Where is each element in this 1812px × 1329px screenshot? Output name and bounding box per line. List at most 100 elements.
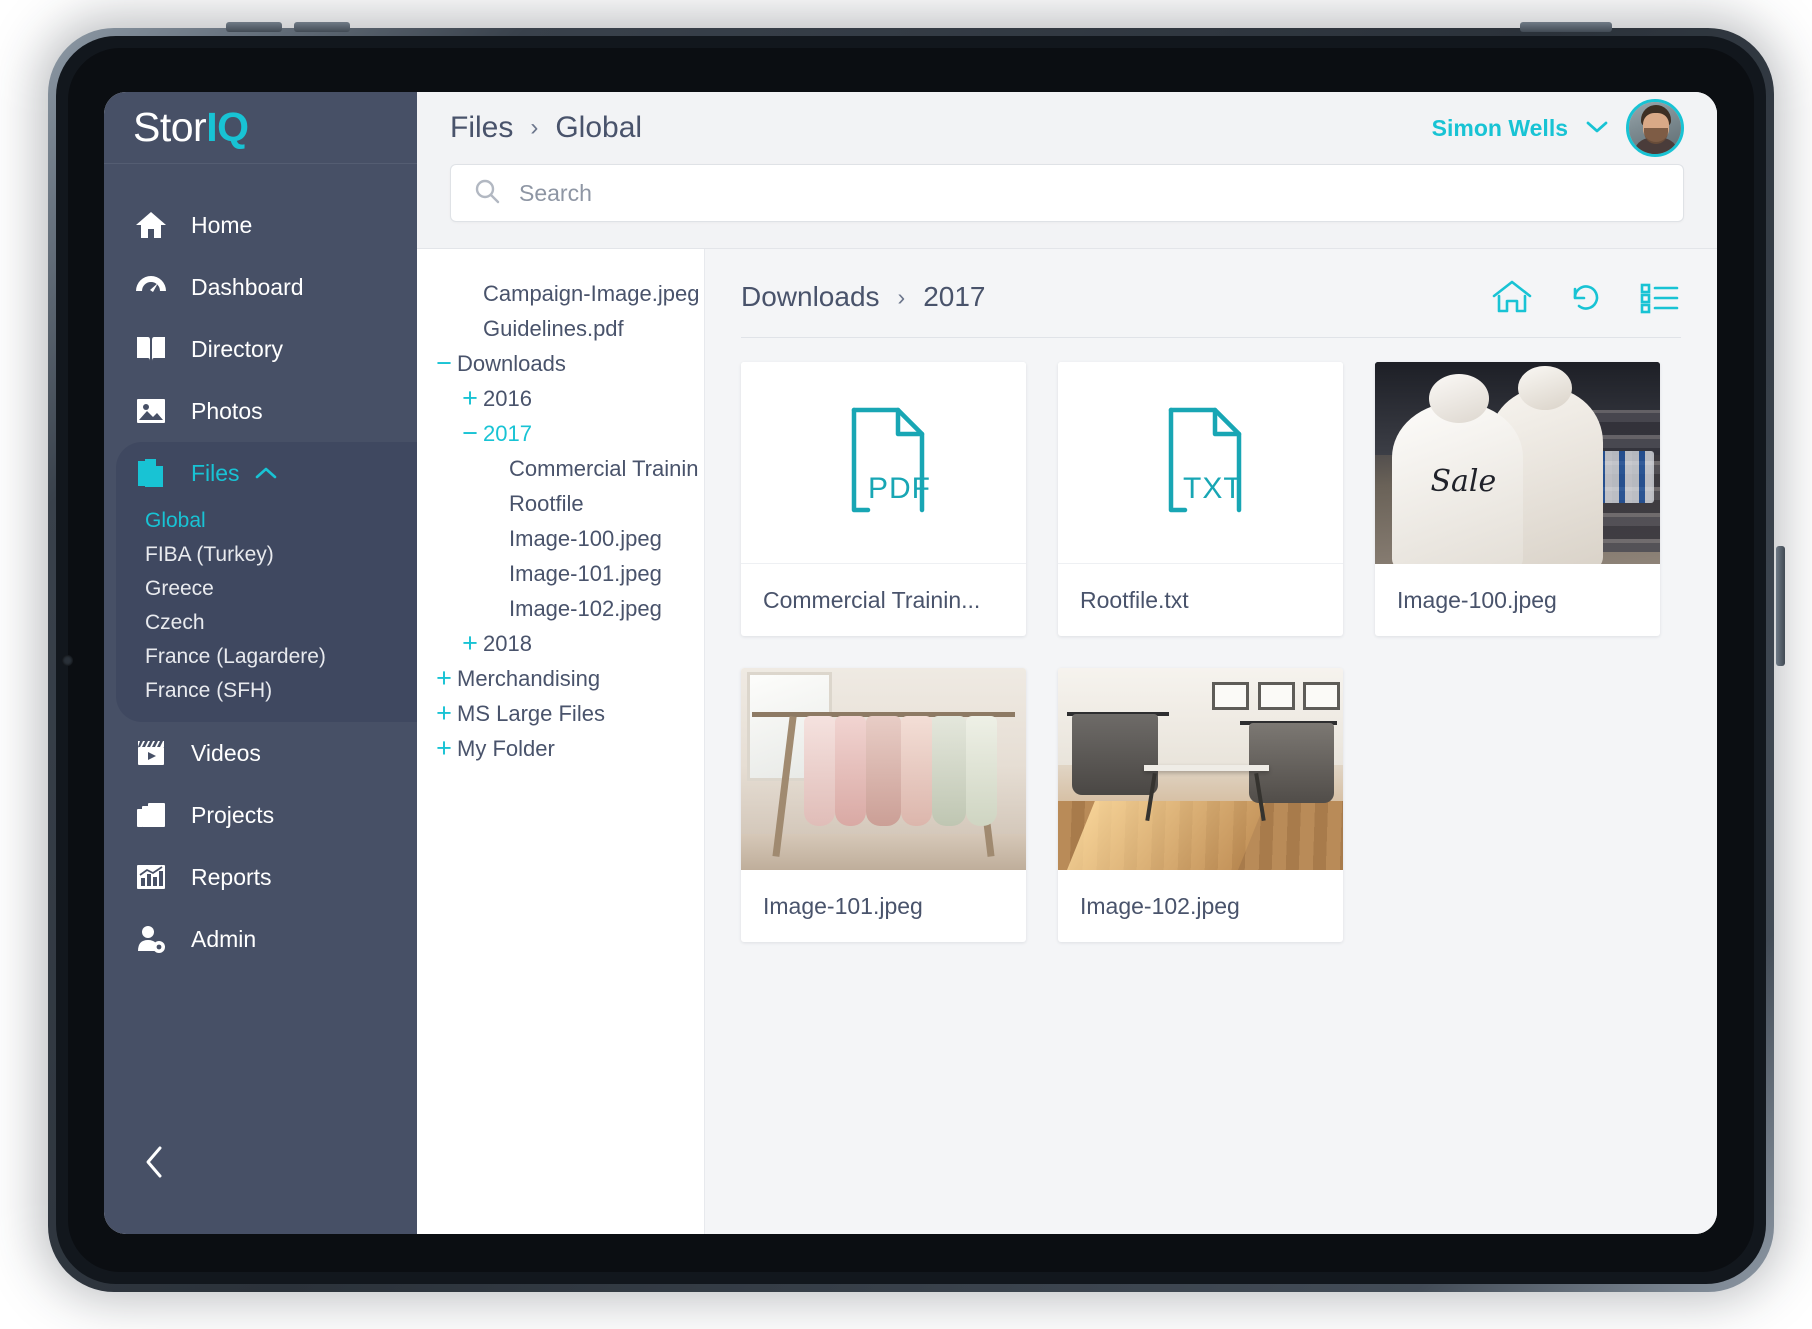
sub-item-label: Greece xyxy=(145,577,214,600)
search-icon xyxy=(473,177,501,210)
sidebar-item-fiba-turkey[interactable]: FIBA (Turkey) xyxy=(116,538,417,572)
breadcrumb: Files › Global xyxy=(450,111,642,145)
tree-row-merchandising[interactable]: + Merchandising xyxy=(417,661,704,696)
tree-collapse-icon[interactable]: − xyxy=(457,420,483,447)
tree-row-label: 2018 xyxy=(483,630,532,656)
chevron-up-icon xyxy=(254,465,278,481)
tree-row-2016[interactable]: + 2016 xyxy=(417,381,704,416)
pdf-file-icon: PDF xyxy=(832,402,936,523)
files-sub-list: Global FIBA (Turkey) Greece Czech France… xyxy=(116,504,417,708)
tree-row-label: Image-101.jpeg xyxy=(509,560,662,586)
sidebar-item-label: Dashboard xyxy=(191,273,304,300)
sidebar-item-greece[interactable]: Greece xyxy=(116,572,417,606)
sub-item-label: FIBA (Turkey) xyxy=(145,543,274,566)
sidebar-item-reports[interactable]: Reports xyxy=(104,846,417,908)
avatar[interactable] xyxy=(1626,99,1684,157)
tree-row-downloads[interactable]: − Downloads xyxy=(417,346,704,381)
book-icon xyxy=(133,332,169,366)
list-view-icon[interactable] xyxy=(1639,277,1681,317)
side-button[interactable] xyxy=(1776,546,1785,666)
sidebar-item-videos[interactable]: Videos xyxy=(104,722,417,784)
showroom-photo xyxy=(1058,668,1343,870)
file-card[interactable]: TXT Rootfile.txt xyxy=(1058,362,1343,636)
svg-text:PDF: PDF xyxy=(868,472,931,505)
sidebar-item-france-lagardere[interactable]: France (Lagardere) xyxy=(116,640,417,674)
tree-expand-icon[interactable]: + xyxy=(431,735,457,762)
tree-row-my-folder[interactable]: + My Folder xyxy=(417,731,704,766)
user-name: Simon Wells xyxy=(1431,114,1568,141)
tree-collapse-icon[interactable]: − xyxy=(431,350,457,377)
sidebar-item-label: Photos xyxy=(191,397,263,424)
sub-item-label: France (Lagardere) xyxy=(145,645,326,668)
content-breadcrumb: Downloads › 2017 xyxy=(741,281,986,313)
sidebar-item-label: Files xyxy=(191,459,240,486)
tree-row-label: Image-102.jpeg xyxy=(509,595,662,621)
tree-expand-icon[interactable]: + xyxy=(457,630,483,657)
tree-row-label: Commercial Trainin xyxy=(509,455,699,481)
tree-row-label: 2016 xyxy=(483,385,532,411)
sidebar-group-files: Files Global FIBA (Turkey) Greece Czech … xyxy=(116,442,417,722)
user-menu[interactable]: Simon Wells xyxy=(1432,99,1684,157)
tree-row[interactable]: Image-102.jpeg xyxy=(417,591,704,626)
search-input[interactable] xyxy=(519,179,1661,207)
sidebar-item-files[interactable]: Files xyxy=(116,442,417,504)
sidebar-item-dashboard[interactable]: Dashboard xyxy=(104,256,417,318)
tree-row-label: Rootfile xyxy=(509,490,584,516)
volume-down-button[interactable] xyxy=(294,22,350,32)
tree-row[interactable]: Guidelines.pdf xyxy=(417,311,704,346)
home-icon[interactable] xyxy=(1491,277,1533,317)
file-card[interactable]: PDF Commercial Trainin... xyxy=(741,362,1026,636)
card-label: Commercial Trainin... xyxy=(763,586,981,613)
card-label: Image-101.jpeg xyxy=(763,892,923,919)
tree-expand-icon[interactable]: + xyxy=(431,665,457,692)
refresh-icon[interactable] xyxy=(1565,277,1607,317)
tree-row[interactable]: Rootfile xyxy=(417,486,704,521)
sidebar-item-label: Home xyxy=(191,211,253,238)
tree-row[interactable]: Image-101.jpeg xyxy=(417,556,704,591)
top-bar: Files › Global Simon Wells xyxy=(417,92,1717,164)
sidebar-item-label: Projects xyxy=(191,801,275,828)
sidebar-item-photos[interactable]: Photos xyxy=(104,380,417,442)
brand-logo[interactable]: StorIQ xyxy=(104,92,417,164)
file-card[interactable]: Image-101.jpeg xyxy=(741,668,1026,942)
sidebar-item-directory[interactable]: Directory xyxy=(104,318,417,380)
tree-row-2018[interactable]: + 2018 xyxy=(417,626,704,661)
sidebar-item-czech[interactable]: Czech xyxy=(116,606,417,640)
tree-row-2017[interactable]: − 2017 xyxy=(417,416,704,451)
sidebar-item-projects[interactable]: Projects xyxy=(104,784,417,846)
power-button[interactable] xyxy=(1520,22,1612,32)
home-icon xyxy=(133,208,169,242)
file-card[interactable]: Sale Image-100.jpeg xyxy=(1375,362,1660,636)
chevron-left-icon xyxy=(141,1142,167,1187)
sidebar-item-admin[interactable]: Admin xyxy=(104,908,417,970)
files-icon xyxy=(133,456,169,490)
breadcrumb-item-global[interactable]: Global xyxy=(555,111,642,145)
camera-dot xyxy=(62,655,73,666)
tree-row-label: MS Large Files xyxy=(457,700,605,726)
tree-expand-icon[interactable]: + xyxy=(431,700,457,727)
search-box[interactable] xyxy=(450,164,1684,222)
content-breadcrumb-item-downloads[interactable]: Downloads xyxy=(741,281,880,313)
projects-icon xyxy=(133,798,169,832)
sidebar-item-global[interactable]: Global xyxy=(116,504,417,538)
card-label: Image-100.jpeg xyxy=(1397,586,1557,613)
tree-row-ms-large-files[interactable]: + MS Large Files xyxy=(417,696,704,731)
sidebar-item-france-sfh[interactable]: France (SFH) xyxy=(116,674,417,708)
tree-row[interactable]: Image-100.jpeg xyxy=(417,521,704,556)
tree-expand-icon[interactable]: + xyxy=(457,385,483,412)
tree-row[interactable]: Commercial Trainin xyxy=(417,451,704,486)
volume-up-button[interactable] xyxy=(226,22,282,32)
content-breadcrumb-item-2017[interactable]: 2017 xyxy=(923,281,985,313)
sidebar-item-label: Admin xyxy=(191,925,257,952)
content-toolbar xyxy=(1491,277,1681,317)
sub-item-label: Global xyxy=(145,509,206,532)
breadcrumb-item-files[interactable]: Files xyxy=(450,111,513,145)
chevron-down-icon xyxy=(1584,117,1610,140)
sub-item-label: France (SFH) xyxy=(145,679,273,702)
sidebar-item-label: Directory xyxy=(191,335,284,362)
file-card[interactable]: Image-102.jpeg xyxy=(1058,668,1343,942)
tree-row-label: Image-100.jpeg xyxy=(509,525,662,551)
sidebar-collapse-button[interactable] xyxy=(134,1142,174,1186)
sidebar-item-home[interactable]: Home xyxy=(104,194,417,256)
tree-row[interactable]: Campaign-Image.jpeg xyxy=(417,276,704,311)
